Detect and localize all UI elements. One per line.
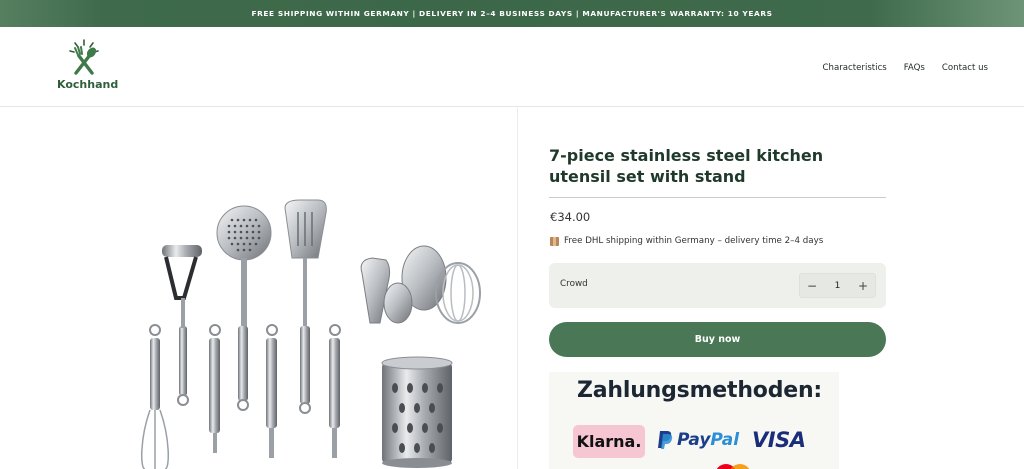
paypal-p-icon [658, 431, 673, 449]
logo-text: Kochhand [57, 78, 119, 91]
paypal-logo: PayPal [657, 430, 739, 450]
quantity-value[interactable]: 1 [824, 281, 851, 291]
announcement-text: FREE SHIPPING WITHIN GERMANY | DELIVERY … [251, 9, 773, 18]
shipping-text: Free DHL shipping within Germany – deliv… [564, 236, 824, 246]
product-price: €34.00 [550, 210, 591, 224]
site-header: Kochhand Characteristics FAQs Contact us [0, 27, 1024, 107]
product-title: 7-piece stainless steel kitchen utensil … [549, 146, 824, 186]
nav-contact-us[interactable]: Contact us [942, 63, 988, 73]
main-nav: Characteristics FAQs Contact us [823, 63, 988, 73]
product-gallery [0, 108, 518, 469]
package-icon [550, 236, 559, 246]
announcement-bar: FREE SHIPPING WITHIN GERMANY | DELIVERY … [0, 0, 1024, 27]
quantity-label: Crowd [560, 279, 588, 289]
title-divider [549, 197, 886, 198]
kitchen-utensil-set-photo[interactable] [0, 108, 518, 469]
quantity-box: Crowd − 1 + [549, 263, 886, 308]
shipping-note: Free DHL shipping within Germany – deliv… [550, 236, 823, 246]
mastercard-icon [716, 464, 750, 469]
nav-characteristics[interactable]: Characteristics [823, 63, 887, 73]
klarna-logo: Klarna. [573, 425, 645, 458]
paypal-word-pay: Pay [677, 430, 711, 450]
quantity-increase-button[interactable]: + [851, 279, 875, 293]
logo[interactable]: Kochhand [56, 39, 118, 95]
quantity-stepper: − 1 + [799, 273, 876, 298]
payment-heading: Zahlungsmethoden: [577, 378, 823, 403]
crossed-fork-spoon-icon [69, 39, 99, 75]
payment-methods-banner: Zahlungsmethoden: Klarna. PayPal VISA [549, 372, 839, 469]
buy-now-button[interactable]: Buy now [549, 322, 886, 357]
visa-logo: VISA [752, 428, 806, 452]
quantity-decrease-button[interactable]: − [800, 279, 824, 293]
paypal-word-pal: Pal [710, 430, 740, 450]
nav-faqs[interactable]: FAQs [904, 63, 925, 73]
